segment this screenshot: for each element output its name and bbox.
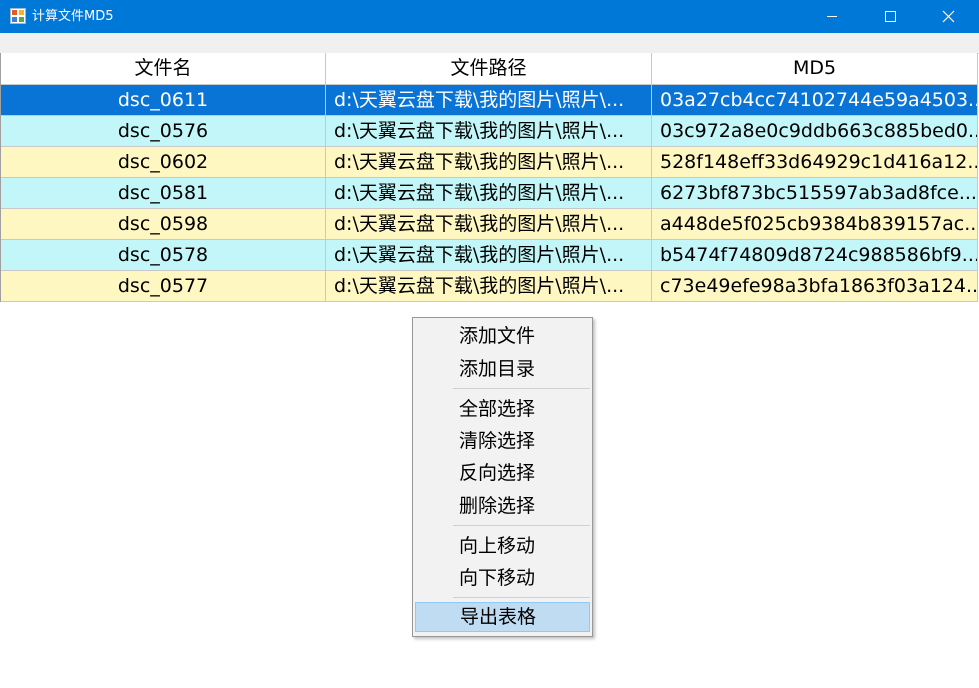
filepath-cell[interactable]: d:\天翼云盘下载\我的图片\照片\... <box>326 271 652 302</box>
context-menu: 添加文件 添加目录 全部选择 清除选择 反向选择 删除选择 向上移动 向下移动 … <box>412 317 593 637</box>
minimize-button[interactable] <box>803 0 861 33</box>
table-row[interactable]: dsc_0611 d:\天翼云盘下载\我的图片\照片\... 03a27cb4cc7… <box>1 85 978 116</box>
table-row[interactable]: dsc_0602 d:\天翼云盘下载\我的图片\照片\... 528f148eff3… <box>1 147 978 178</box>
grid-header: 文件名 文件路径 MD5 <box>1 53 978 85</box>
md5-cell[interactable]: 528f148eff33d64929c1d416a12... <box>652 147 978 178</box>
maximize-button[interactable] <box>861 0 919 33</box>
filename-cell[interactable]: dsc_0602 <box>1 147 326 178</box>
md5-cell[interactable]: a448de5f025cb9384b839157ac... <box>652 209 978 240</box>
md5-cell[interactable]: c73e49efe98a3bfa1863f03a124... <box>652 271 978 302</box>
filename-cell[interactable]: dsc_0577 <box>1 271 326 302</box>
filepath-cell[interactable]: d:\天翼云盘下载\我的图片\照片\... <box>326 240 652 271</box>
window-frame-strip <box>0 33 979 54</box>
header-filepath[interactable]: 文件路径 <box>326 53 652 85</box>
table-row[interactable]: dsc_0598 d:\天翼云盘下载\我的图片\照片\... a448de5f025… <box>1 209 978 240</box>
file-grid[interactable]: 文件名 文件路径 MD5 dsc_0611 d:\天翼云盘下载\我的图片\照片\.… <box>0 53 978 302</box>
filepath-cell[interactable]: d:\天翼云盘下载\我的图片\照片\... <box>326 85 652 116</box>
menu-item-invert-selection[interactable]: 反向选择 <box>415 458 590 488</box>
filename-cell[interactable]: dsc_0581 <box>1 178 326 209</box>
title-bar[interactable]: 计算文件MD5 <box>0 0 979 33</box>
table-row[interactable]: dsc_0577 d:\天翼云盘下载\我的图片\照片\... c73e49efe98… <box>1 271 978 302</box>
table-row[interactable]: dsc_0576 d:\天翼云盘下载\我的图片\照片\... 03c972a8e0c… <box>1 116 978 147</box>
window-title: 计算文件MD5 <box>32 9 114 24</box>
md5-cell[interactable]: 03a27cb4cc74102744e59a4503... <box>652 85 978 116</box>
menu-item-select-all[interactable]: 全部选择 <box>415 394 590 424</box>
filename-cell[interactable]: dsc_0578 <box>1 240 326 271</box>
md5-cell[interactable]: b5474f74809d8724c988586bf9... <box>652 240 978 271</box>
filename-cell[interactable]: dsc_0598 <box>1 209 326 240</box>
header-filename[interactable]: 文件名 <box>1 53 326 85</box>
filepath-cell[interactable]: d:\天翼云盘下载\我的图片\照片\... <box>326 178 652 209</box>
menu-item-add-file[interactable]: 添加文件 <box>415 321 590 351</box>
filename-cell[interactable]: dsc_0576 <box>1 116 326 147</box>
menu-separator <box>453 388 590 389</box>
menu-item-add-directory[interactable]: 添加目录 <box>415 354 590 384</box>
filename-cell[interactable]: dsc_0611 <box>1 85 326 116</box>
menu-separator <box>453 525 590 526</box>
filepath-cell[interactable]: d:\天翼云盘下载\我的图片\照片\... <box>326 116 652 147</box>
md5-cell[interactable]: 6273bf873bc515597ab3ad8fce... <box>652 178 978 209</box>
table-row[interactable]: dsc_0578 d:\天翼云盘下载\我的图片\照片\... b5474f74809… <box>1 240 978 271</box>
menu-item-delete-selection[interactable]: 删除选择 <box>415 491 590 521</box>
close-button[interactable] <box>919 0 979 33</box>
app-window-icon[interactable] <box>10 8 26 24</box>
header-md5[interactable]: MD5 <box>652 53 978 85</box>
close-icon <box>942 10 955 23</box>
minimize-icon <box>827 16 837 17</box>
md5-cell[interactable]: 03c972a8e0c9ddb663c885bed0... <box>652 116 978 147</box>
menu-item-move-down[interactable]: 向下移动 <box>415 563 590 593</box>
menu-separator <box>453 597 590 598</box>
maximize-icon <box>885 11 896 22</box>
filepath-cell[interactable]: d:\天翼云盘下载\我的图片\照片\... <box>326 209 652 240</box>
menu-item-clear-selection[interactable]: 清除选择 <box>415 426 590 456</box>
grid-body: dsc_0611 d:\天翼云盘下载\我的图片\照片\... 03a27cb4cc7… <box>1 85 978 302</box>
menu-item-export-table[interactable]: 导出表格 <box>415 602 590 632</box>
menu-item-move-up[interactable]: 向上移动 <box>415 531 590 561</box>
table-row[interactable]: dsc_0581 d:\天翼云盘下载\我的图片\照片\... 6273bf873bc… <box>1 178 978 209</box>
filepath-cell[interactable]: d:\天翼云盘下载\我的图片\照片\... <box>326 147 652 178</box>
